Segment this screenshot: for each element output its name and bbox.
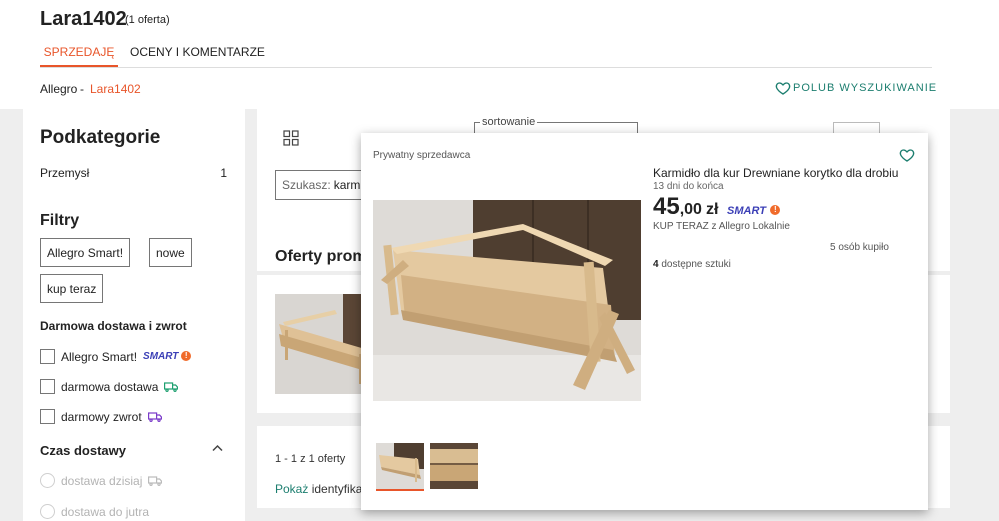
checkbox-allegro-smart[interactable]: Allegro Smart! SMART ! (40, 349, 192, 364)
heart-icon (775, 82, 791, 95)
radio[interactable] (40, 473, 55, 488)
checkbox[interactable] (40, 409, 55, 424)
stock-count: 4 (653, 259, 659, 270)
breadcrumb-separator: - (80, 82, 84, 96)
chevron-up-icon[interactable] (212, 443, 223, 455)
delivery-time-title: Czas dostawy (40, 443, 126, 458)
time-left: 13 dni do końca (653, 181, 724, 192)
radio-delivery-tomorrow[interactable]: dostawa do jutra (40, 504, 149, 519)
tabs-divider (40, 67, 932, 68)
filter-chip-smart[interactable]: Allegro Smart! (40, 238, 131, 267)
checkbox-label: darmowy zwrot (61, 409, 142, 424)
checkbox-free-return[interactable]: darmowy zwrot (40, 409, 162, 424)
smart-logo: SMART ! (727, 201, 781, 219)
offer-price: 45 ,00 zł (653, 193, 718, 221)
show-ids-link[interactable]: Pokaż (275, 482, 308, 496)
checkbox[interactable] (40, 379, 55, 394)
stock-info: 4 dostępne sztuki (653, 259, 731, 270)
sort-label: sortowanie (480, 116, 538, 128)
checkbox[interactable] (40, 349, 55, 364)
breadcrumb-current[interactable]: Lara1402 (90, 82, 141, 96)
active-thumbnail-indicator (376, 489, 424, 491)
search-label: Szukasz: (282, 178, 331, 192)
tab-ratings[interactable]: OCENY I KOMENTARZE (130, 45, 265, 67)
seller-header: Lara1402 (1 oferta) SPRZEDAJĘ OCENY I KO… (0, 0, 999, 109)
grid-view-icon[interactable] (283, 130, 299, 151)
smart-logo: SMART ! (143, 351, 192, 362)
offer-quick-view[interactable]: Prywatny sprzedawca Karmidło dla kur Dre… (361, 133, 928, 510)
filter-chip-buy-now[interactable]: kup teraz (40, 274, 104, 303)
buy-type: KUP TERAZ z Allegro Lokalnie (653, 221, 790, 232)
radio-label: dostawa do jutra (61, 504, 150, 519)
subcategory-item[interactable]: Przemysł 1 (40, 166, 227, 180)
offer-thumbnail[interactable] (275, 294, 375, 394)
price-integer: 45 (653, 193, 680, 220)
image-thumbnail-2[interactable] (430, 443, 478, 489)
checkbox-label: darmowa dostawa (61, 379, 159, 394)
pagination-info: 1 - 1 z 1 oferty (275, 453, 346, 465)
offer-count: (1 oferta) (125, 14, 170, 26)
filter-chip-new[interactable]: nowe (149, 238, 192, 267)
subcategory-count: 1 (220, 166, 227, 180)
delivery-title: Darmowa dostawa i zwrot (40, 319, 187, 333)
stock-label: dostępne sztuki (661, 259, 731, 270)
seller-type: Prywatny sprzedawca (373, 150, 471, 161)
price-currency: zł (705, 201, 719, 218)
image-thumbnail-1[interactable] (376, 443, 424, 489)
truck-icon (164, 381, 179, 392)
show-ids: Pokaż identyfikato (275, 482, 372, 496)
subcategories-title: Podkategorie (40, 127, 161, 148)
breadcrumb-root[interactable]: Allegro (40, 82, 77, 96)
checkbox-label: Allegro Smart! (61, 349, 138, 364)
heart-icon[interactable] (899, 147, 915, 163)
offer-main-image[interactable] (373, 200, 641, 401)
like-search-label: POLUB WYSZUKIWANIE (793, 82, 938, 94)
price-fraction: ,00 (679, 201, 702, 218)
radio-label: dostawa dzisiaj (61, 473, 143, 488)
sidebar: Podkategorie Przemysł 1 Filtry Allegro S… (23, 109, 245, 521)
truck-icon (148, 475, 163, 486)
like-search-button[interactable]: POLUB WYSZUKIWANIE (775, 80, 937, 96)
bought-count: 5 osób kupiło (830, 242, 889, 253)
offer-title[interactable]: Karmidło dla kur Drewniane korytko dla d… (653, 166, 898, 180)
subcategory-label: Przemysł (40, 166, 90, 180)
seller-name: Lara1402 (40, 8, 127, 30)
return-truck-icon (147, 411, 162, 422)
filters-title: Filtry (40, 212, 80, 229)
radio[interactable] (40, 504, 55, 519)
tab-selling[interactable]: SPRZEDAJĘ (40, 45, 118, 67)
checkbox-free-delivery[interactable]: darmowa dostawa (40, 379, 179, 394)
radio-delivery-today[interactable]: dostawa dzisiaj (40, 473, 163, 488)
